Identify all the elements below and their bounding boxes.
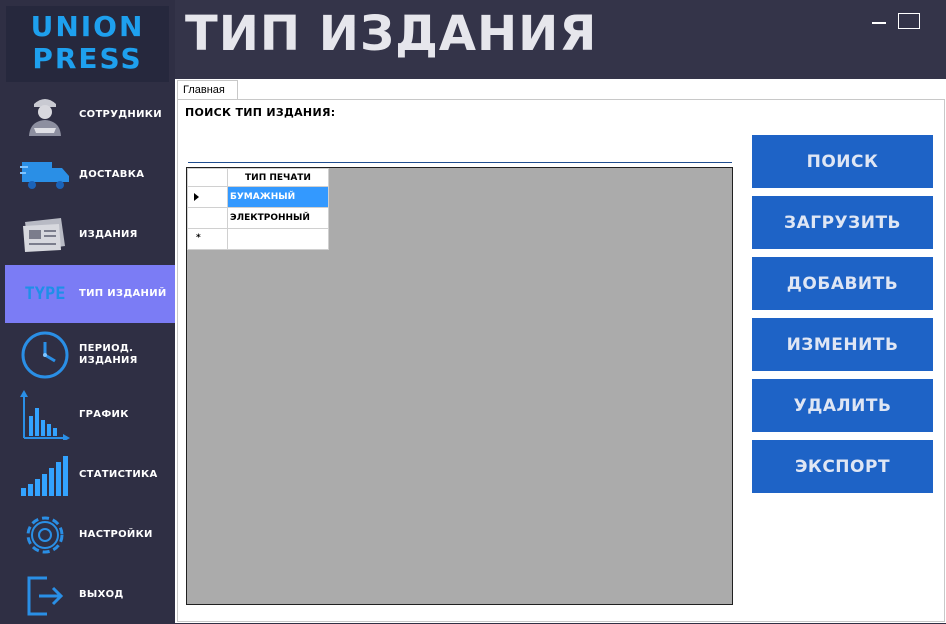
stats-icon xyxy=(19,450,71,500)
data-grid[interactable]: ТИП ПЕЧАТИ БУМАЖНЫЙ ЭЛЕКТРОННЫЙ * xyxy=(186,167,733,605)
add-button[interactable]: ДОБАВИТЬ xyxy=(752,257,933,310)
sidebar-item-label: ВЫХОД xyxy=(79,589,124,600)
logo-line-1: UNION xyxy=(30,10,145,43)
sidebar-item-label: ДОСТАВКА xyxy=(79,169,145,180)
sidebar-item-publications[interactable]: ИЗДАНИЯ xyxy=(5,206,175,264)
newspaper-icon xyxy=(19,210,71,260)
search-label: ПОИСК ТИП ИЗДАНИЯ: xyxy=(185,106,336,119)
search-input[interactable] xyxy=(188,134,732,163)
delete-button[interactable]: УДАЛИТЬ xyxy=(752,379,933,432)
sidebar-item-label: СТАТИСТИКА xyxy=(79,469,158,480)
table-row[interactable]: БУМАЖНЫЙ xyxy=(187,186,329,208)
sidebar-item-settings[interactable]: НАСТРОЙКИ xyxy=(5,506,175,564)
grid-header-row: ТИП ПЕЧАТИ xyxy=(187,168,329,187)
minimize-icon[interactable] xyxy=(872,14,886,24)
table-cell[interactable]: БУМАЖНЫЙ xyxy=(227,186,329,208)
sidebar-item-statistics[interactable]: СТАТИСТИКА xyxy=(5,446,175,504)
tab-main[interactable]: Главная xyxy=(177,80,238,100)
new-row[interactable]: * xyxy=(187,228,329,250)
new-row-icon: * xyxy=(196,233,201,243)
exit-icon xyxy=(19,570,71,620)
search-button[interactable]: ПОИСК xyxy=(752,135,933,188)
table-cell[interactable] xyxy=(227,228,329,250)
grid-table: ТИП ПЕЧАТИ БУМАЖНЫЙ ЭЛЕКТРОННЫЙ * xyxy=(187,168,329,250)
current-row-icon xyxy=(194,193,199,201)
type-icon-text: TYPE xyxy=(24,284,66,304)
title-bar: ТИП ИЗДАНИЯ xyxy=(175,0,946,79)
sidebar-item-employees[interactable]: СОТРУДНИКИ xyxy=(5,86,175,144)
maximize-icon[interactable] xyxy=(898,13,920,29)
type-icon: TYPE xyxy=(19,269,71,319)
clock-icon xyxy=(19,330,71,380)
sidebar-item-label: СОТРУДНИКИ xyxy=(79,109,162,120)
sidebar-item-label: ИЗДАНИЯ xyxy=(79,229,138,240)
column-header[interactable]: ТИП ПЕЧАТИ xyxy=(227,168,329,187)
table-cell[interactable]: ЭЛЕКТРОННЫЙ xyxy=(227,207,329,229)
worker-icon xyxy=(19,90,71,140)
table-row[interactable]: ЭЛЕКТРОННЫЙ xyxy=(187,207,329,229)
edit-button[interactable]: ИЗМЕНИТЬ xyxy=(752,318,933,371)
row-header[interactable]: * xyxy=(187,228,228,250)
page-title: ТИП ИЗДАНИЯ xyxy=(185,6,598,62)
sidebar-item-periodicals[interactable]: ПЕРИОД. ИЗДАНИЯ xyxy=(5,326,175,384)
sidebar-item-label: ГРАФИК xyxy=(79,409,129,420)
tab-page: ПОИСК ТИП ИЗДАНИЯ: ТИП ПЕЧАТИ БУМАЖНЫЙ Э… xyxy=(177,99,945,622)
gear-icon xyxy=(19,510,71,560)
sidebar-item-publication-types[interactable]: TYPE ТИП ИЗДАНИЙ xyxy=(5,265,175,323)
load-button[interactable]: ЗАГРУЗИТЬ xyxy=(752,196,933,249)
main-content: Главная ПОИСК ТИП ИЗДАНИЯ: ТИП ПЕЧАТИ БУ… xyxy=(175,79,946,623)
truck-icon xyxy=(19,150,71,200)
sidebar: UNION PRESS СОТРУДНИКИ ДОСТАВКА ИЗДАНИЯ … xyxy=(0,0,175,623)
sidebar-item-label: ПЕРИОД. ИЗДАНИЯ xyxy=(79,343,138,366)
sidebar-item-chart[interactable]: ГРАФИК xyxy=(5,386,175,444)
logo-line-2: PRESS xyxy=(32,42,143,75)
row-header[interactable] xyxy=(187,207,228,229)
row-header[interactable] xyxy=(187,186,228,208)
bar-chart-icon xyxy=(19,390,71,440)
sidebar-item-label: НАСТРОЙКИ xyxy=(79,529,153,540)
sidebar-item-label: ТИП ИЗДАНИЙ xyxy=(79,288,167,299)
sidebar-item-exit[interactable]: ВЫХОД xyxy=(5,566,175,624)
logo: UNION PRESS xyxy=(6,6,169,82)
sidebar-item-delivery[interactable]: ДОСТАВКА xyxy=(5,146,175,204)
grid-corner xyxy=(187,168,228,187)
export-button[interactable]: ЭКСПОРТ xyxy=(752,440,933,493)
app-window: UNION PRESS СОТРУДНИКИ ДОСТАВКА ИЗДАНИЯ … xyxy=(0,0,946,623)
